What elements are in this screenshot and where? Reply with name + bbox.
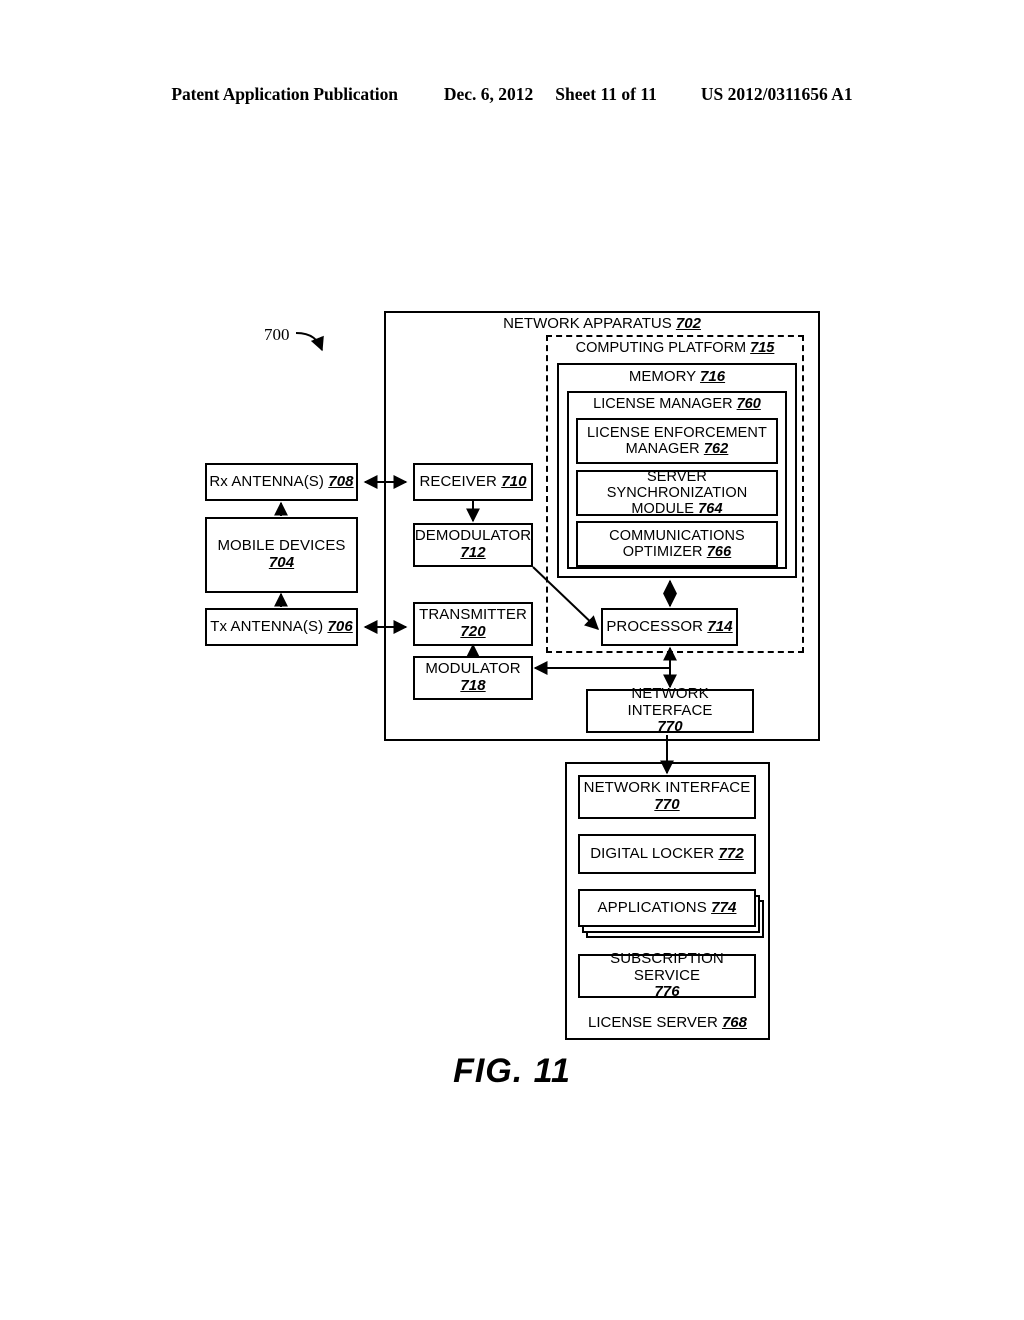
rx-antennas-block: Rx ANTENNA(S) 708 (205, 463, 358, 501)
figure-caption: FIG. 11 (453, 1052, 571, 1090)
receiver-block: RECEIVER 710 (413, 463, 533, 501)
subscription-service-block: SUBSCRIPTION SERVICE 776 (578, 950, 756, 1000)
tx-antennas-block: Tx ANTENNA(S) 706 (205, 608, 358, 646)
network-interface-apparatus-block: NETWORK INTERFACE 770 (586, 685, 754, 735)
system-reference-700: 700 (264, 325, 290, 344)
communications-optimizer-block: COMMUNICATIONS OPTIMIZER 766 (576, 521, 778, 567)
processor-block: PROCESSOR 714 (601, 608, 738, 646)
transmitter-block: TRANSMITTER 720 (413, 602, 533, 646)
modulator-block: MODULATOR 718 (413, 656, 533, 700)
applications-block: APPLICATIONS 774 (578, 889, 756, 927)
computing-platform-label: COMPUTING PLATFORM 715 (575, 340, 775, 356)
license-enforcement-manager-block: LICENSE ENFORCEMENT MANAGER 762 (576, 418, 778, 464)
figure-11-diagram: 700 NETWORK APPARATUS 702 COMPUTING PLAT… (0, 0, 1024, 1320)
server-synchronization-module-block: SERVER SYNCHRONIZATION MODULE 764 (576, 469, 778, 517)
memory-label: MEMORY 716 (628, 368, 726, 385)
mobile-devices-block: MOBILE DEVICES 704 (205, 517, 358, 593)
network-apparatus-label: NETWORK APPARATUS 702 (503, 315, 701, 332)
demodulator-block: DEMODULATOR 712 (413, 523, 533, 567)
network-interface-server-block: NETWORK INTERFACE 770 (578, 775, 756, 819)
license-server-label: LICENSE SERVER 768 (588, 1014, 747, 1031)
digital-locker-block: DIGITAL LOCKER 772 (578, 834, 756, 874)
license-manager-label: LICENSE MANAGER 760 (593, 396, 761, 412)
